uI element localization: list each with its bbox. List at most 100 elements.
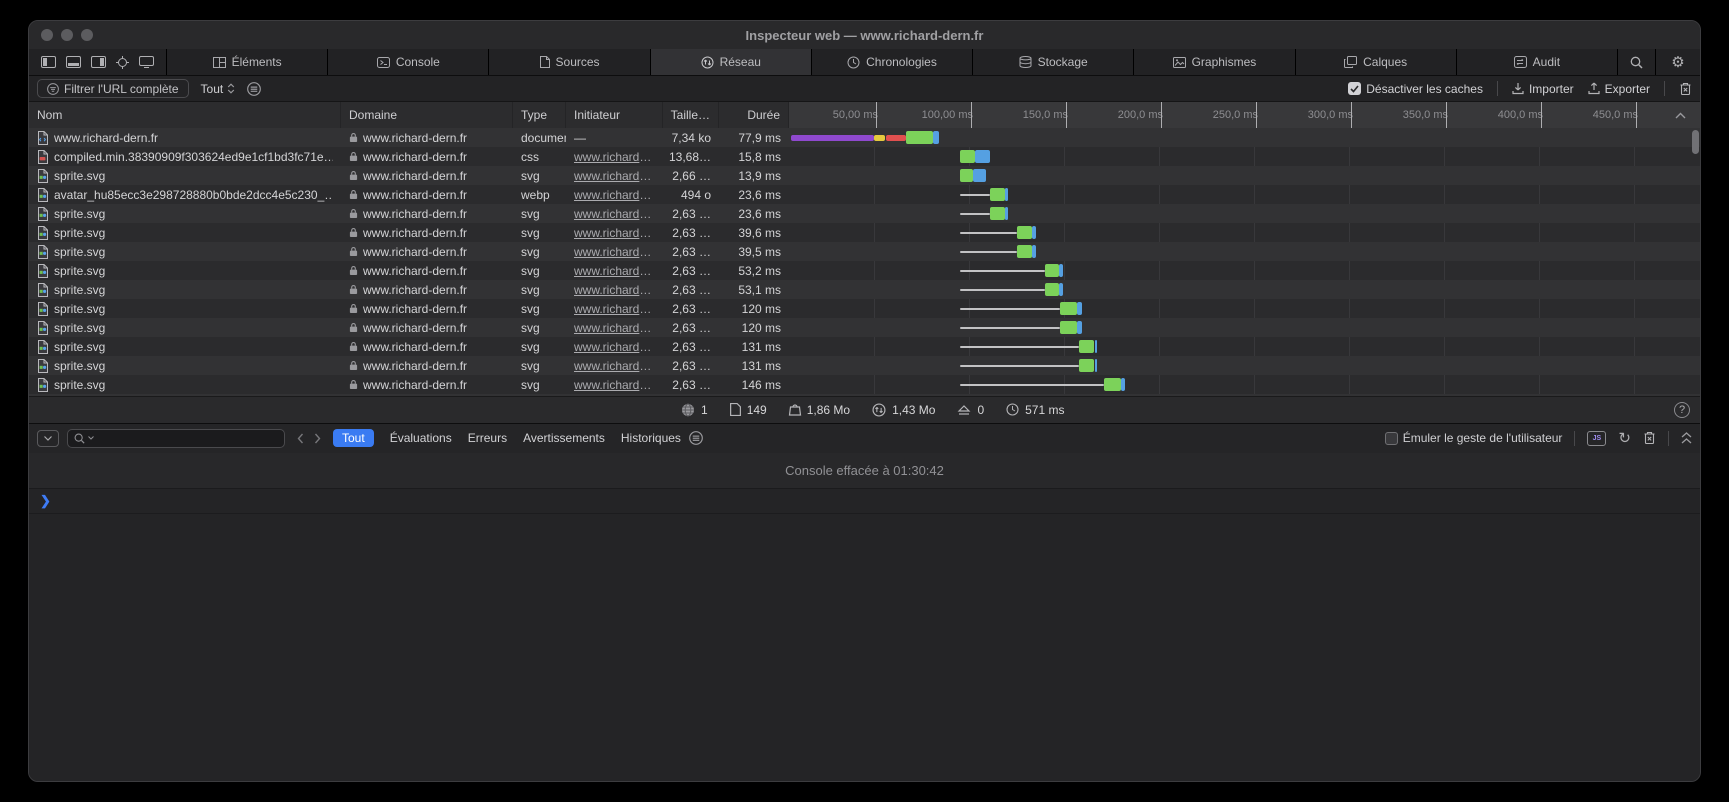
ruler-tick <box>1541 102 1542 128</box>
request-name-cell: sprite.svg <box>29 166 341 185</box>
url-filter-button[interactable]: Filtrer l'URL complète <box>37 79 189 98</box>
console-prompt[interactable]: ❯ <box>29 489 1700 514</box>
device-icon[interactable] <box>139 56 154 68</box>
network-request-row[interactable]: sprite.svgwww.richard-dern.frsvgwww.rich… <box>29 166 1700 185</box>
initiator-link[interactable]: www.richard-d… <box>574 340 655 354</box>
console-scope-avertissements[interactable]: Avertissements <box>523 431 605 445</box>
network-request-row[interactable]: sprite.svgwww.richard-dern.frsvgwww.rich… <box>29 204 1700 223</box>
tab-storage[interactable]: Stockage <box>973 49 1134 75</box>
reload-icon[interactable]: ↻ <box>1618 431 1631 446</box>
network-request-row[interactable]: compiled.min.38390909f303624ed9e1cf1bd3f… <box>29 147 1700 166</box>
console-scope-historiques[interactable]: Historiques <box>621 431 681 445</box>
clear-console-icon[interactable] <box>1643 431 1656 445</box>
initiator-link[interactable]: www.richard-d… <box>574 302 655 316</box>
initiator-link[interactable]: www.richard-d… <box>574 283 655 297</box>
network-request-row[interactable]: avatar_hu85ecc3e298728880b0bde2dcc4e5c23… <box>29 185 1700 204</box>
filter-options-icon[interactable] <box>247 82 261 96</box>
divider <box>1574 431 1575 446</box>
request-waterfall-cell <box>789 280 1700 299</box>
console-empty-area[interactable] <box>29 514 1700 782</box>
clear-network-items-icon[interactable] <box>1679 82 1692 96</box>
element-picker-icon[interactable] <box>116 56 129 69</box>
ruler-tick-label: 100,00 ms <box>922 102 973 128</box>
waterfall-wait-line <box>960 194 990 196</box>
initiator-link[interactable]: www.richard-d… <box>574 359 655 373</box>
tab-layers[interactable]: Calques <box>1296 49 1457 75</box>
tab-console[interactable]: Console <box>328 49 489 75</box>
console-search-field[interactable] <box>67 429 285 448</box>
request-initiator-cell: www.richard-d… <box>566 299 663 318</box>
request-name-cell: sprite.svg <box>29 204 341 223</box>
console-scope-evaluations[interactable]: Évaluations <box>390 431 452 445</box>
dock-right-icon[interactable] <box>91 56 106 68</box>
console-drawer-icon[interactable] <box>37 430 59 447</box>
initiator-link[interactable]: www.richard-d… <box>574 264 655 278</box>
tab-graphics[interactable]: Graphismes <box>1134 49 1295 75</box>
initiator-link[interactable]: www.richard-d… <box>574 188 655 202</box>
network-request-row[interactable]: www.richard-dern.frwww.richard-dern.frdo… <box>29 128 1700 147</box>
column-header-type[interactable]: Type <box>513 102 566 128</box>
column-header-name[interactable]: Nom <box>29 102 341 128</box>
console-scope-tout[interactable]: Tout <box>333 429 374 447</box>
stat-transferred: 1,43 Mo <box>872 403 935 417</box>
request-name-cell: sprite.svg <box>29 318 341 337</box>
lock-icon <box>349 379 358 390</box>
request-type-cell: svg <box>513 356 566 375</box>
column-header-duration[interactable]: Durée <box>719 102 789 128</box>
previous-result-icon[interactable] <box>297 433 304 444</box>
initiator-link[interactable]: www.richard-d… <box>574 321 655 335</box>
js-context-icon[interactable]: JS <box>1587 431 1606 446</box>
import-button[interactable]: Importer <box>1512 82 1574 96</box>
initiator-link[interactable]: www.richard-d… <box>574 169 655 183</box>
column-header-initiator[interactable]: Initiateur <box>566 102 663 128</box>
network-request-row[interactable]: sprite.svgwww.richard-dern.frsvgwww.rich… <box>29 318 1700 337</box>
network-request-row[interactable]: sprite.svgwww.richard-dern.frsvgwww.rich… <box>29 299 1700 318</box>
disable-caches-toggle[interactable]: Désactiver les caches <box>1348 82 1483 96</box>
request-duration-cell: 23,6 ms <box>719 204 789 223</box>
request-initiator-cell: www.richard-d… <box>566 147 663 166</box>
ruler-tick-label: 400,0 ms <box>1498 102 1543 128</box>
inspector-tabbar: Éléments Console Sources Réseau Chronolo… <box>29 49 1700 75</box>
console-options-icon[interactable] <box>689 431 703 445</box>
network-request-row[interactable]: sprite.svgwww.richard-dern.frsvgwww.rich… <box>29 242 1700 261</box>
dock-left-icon[interactable] <box>41 56 56 68</box>
network-request-row[interactable]: sprite.svgwww.richard-dern.frsvgwww.rich… <box>29 280 1700 299</box>
initiator-link[interactable]: www.richard-d… <box>574 207 655 221</box>
tab-network[interactable]: Réseau <box>651 49 812 75</box>
next-result-icon[interactable] <box>314 433 321 444</box>
initiator-link[interactable]: www.richard-d… <box>574 150 655 164</box>
tab-elements[interactable]: Éléments <box>167 49 328 75</box>
column-header-domain[interactable]: Domaine <box>341 102 513 128</box>
dock-bottom-icon[interactable] <box>66 56 81 68</box>
request-type-cell: svg <box>513 242 566 261</box>
console-search-input[interactable] <box>97 431 278 445</box>
network-table-body: www.richard-dern.frwww.richard-dern.frdo… <box>29 128 1700 396</box>
export-button[interactable]: Exporter <box>1588 82 1650 96</box>
collapse-waterfall-icon[interactable] <box>1675 102 1686 128</box>
vertical-scrollbar[interactable] <box>1692 130 1699 154</box>
waterfall-wait-line <box>960 289 1046 291</box>
emulate-user-gesture-toggle[interactable]: Émuler le geste de l'utilisateur <box>1385 431 1563 445</box>
search-button[interactable] <box>1618 49 1656 75</box>
initiator-link[interactable]: www.richard-d… <box>574 245 655 259</box>
settings-button[interactable]: ⚙ <box>1656 49 1700 75</box>
console-scope-erreurs[interactable]: Erreurs <box>468 431 507 445</box>
expand-console-icon[interactable] <box>1681 432 1692 444</box>
lock-icon <box>349 303 358 314</box>
network-request-row[interactable]: sprite.svgwww.richard-dern.frsvgwww.rich… <box>29 356 1700 375</box>
tab-audit[interactable]: Audit <box>1457 49 1618 75</box>
updown-chevrons-icon <box>227 83 235 94</box>
initiator-link[interactable]: www.richard-d… <box>574 378 655 392</box>
resource-type-select[interactable]: Tout <box>201 82 236 96</box>
column-header-size[interactable]: Taille… <box>663 102 719 128</box>
request-initiator-cell: — <box>566 128 663 147</box>
tab-sources[interactable]: Sources <box>489 49 650 75</box>
help-button[interactable]: ? <box>1674 402 1690 418</box>
initiator-link[interactable]: www.richard-d… <box>574 226 655 240</box>
network-request-row[interactable]: sprite.svgwww.richard-dern.frsvgwww.rich… <box>29 261 1700 280</box>
network-request-row[interactable]: sprite.svgwww.richard-dern.frsvgwww.rich… <box>29 375 1700 394</box>
network-request-row[interactable]: sprite.svgwww.richard-dern.frsvgwww.rich… <box>29 337 1700 356</box>
network-request-row[interactable]: sprite.svgwww.richard-dern.frsvgwww.rich… <box>29 223 1700 242</box>
filter-icon <box>47 83 59 95</box>
tab-timelines[interactable]: Chronologies <box>812 49 973 75</box>
